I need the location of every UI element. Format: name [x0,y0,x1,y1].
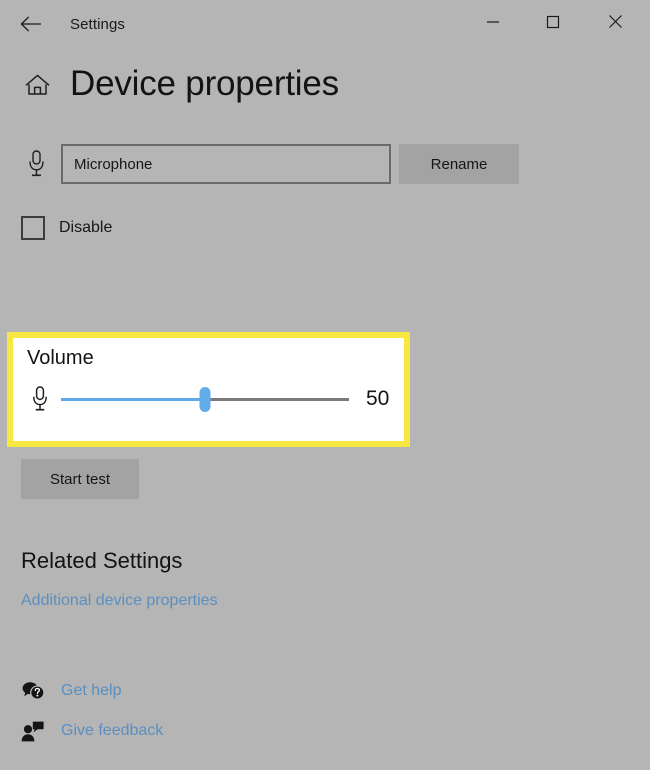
title-bar: Settings [0,0,650,48]
app-title: Settings [70,15,125,33]
minimize-button[interactable] [470,8,516,40]
slider-track-fill [61,397,205,401]
disable-label: Disable [59,219,113,236]
close-icon [608,14,623,34]
volume-slider-row: 50 [13,369,404,412]
start-test-button[interactable]: Start test [21,459,139,499]
home-icon[interactable] [22,67,52,97]
page-title: Device properties [70,64,339,103]
volume-slider[interactable] [61,386,349,412]
maximize-icon [546,15,560,34]
volume-section-highlight: Volume 50 [7,332,410,447]
feedback-person-icon [18,716,48,746]
minimize-icon [486,15,500,33]
related-settings-heading: Related Settings [21,548,183,573]
give-feedback-label: Give feedback [61,722,164,739]
give-feedback-link[interactable]: Give feedback [18,716,163,746]
device-name-input[interactable] [61,144,391,184]
slider-thumb[interactable] [199,386,211,412]
disable-checkbox-row[interactable]: Disable [0,216,112,240]
get-help-link[interactable]: Get help [18,676,121,706]
device-name-row: Rename [0,144,650,184]
disable-checkbox[interactable] [21,216,45,240]
microphone-icon [21,150,51,178]
volume-heading: Volume [27,347,94,369]
microphone-icon [27,386,53,412]
back-arrow-icon [20,16,42,32]
rename-button[interactable]: Rename [399,144,519,184]
window-controls [470,0,650,48]
back-button[interactable] [8,4,54,44]
get-help-label: Get help [61,682,122,699]
maximize-button[interactable] [530,8,576,40]
volume-value: 50 [366,387,390,410]
close-button[interactable] [592,8,638,40]
page-header: Device properties [0,66,650,101]
question-bubble-icon [18,676,48,706]
additional-device-properties-link[interactable]: Additional device properties [21,592,218,610]
